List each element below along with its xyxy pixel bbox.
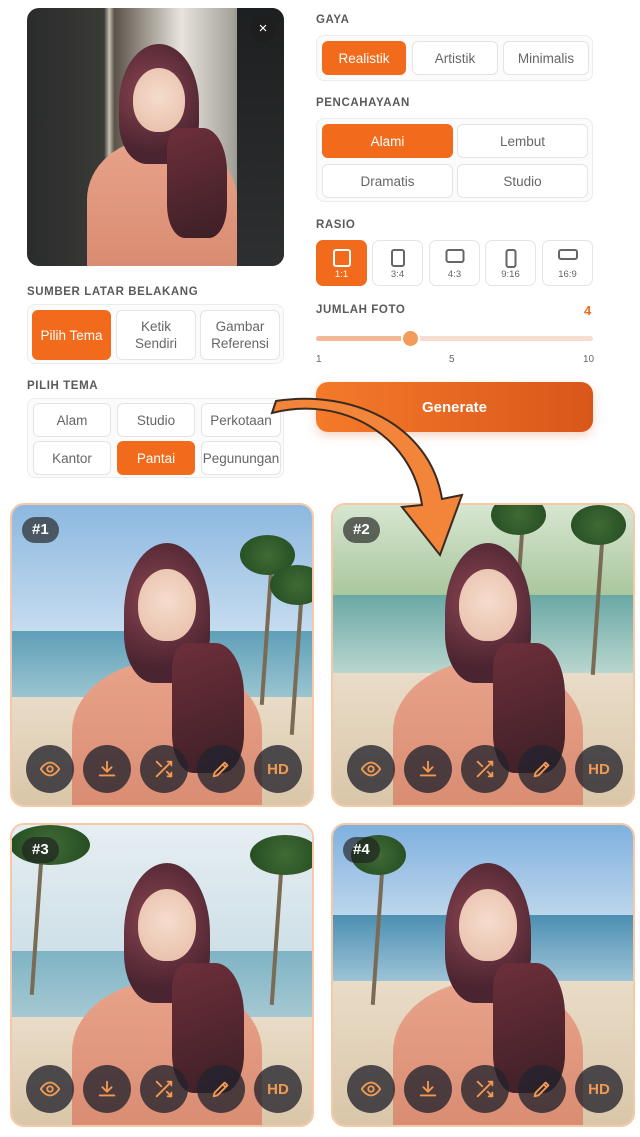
- shuffle-icon: [155, 760, 173, 778]
- pencahayaan-option-dramatis[interactable]: Dramatis: [322, 164, 453, 198]
- close-button[interactable]: ×: [250, 16, 276, 42]
- pencil-icon: [212, 1081, 229, 1098]
- shuffle-button[interactable]: [461, 745, 509, 793]
- hd-button[interactable]: HD: [575, 1065, 623, 1113]
- download-icon: [419, 1080, 437, 1097]
- pencahayaan-option-studio[interactable]: Studio: [457, 164, 588, 198]
- hd-icon: HD: [267, 760, 289, 778]
- pencil-icon: [212, 761, 229, 778]
- gaya-label: GAYA: [316, 14, 350, 26]
- result-card-4: #4 HD: [331, 823, 635, 1127]
- pencahayaan-option-lembut[interactable]: Lembut: [457, 124, 588, 158]
- slider-max-label: 10: [583, 354, 595, 365]
- result-actions: HD: [347, 745, 623, 793]
- sumber-option-pilih-tema[interactable]: Pilih Tema: [32, 310, 111, 360]
- download-icon: [98, 760, 116, 777]
- rasio-option-9-16[interactable]: 9:16: [485, 240, 536, 286]
- preview-button[interactable]: [26, 1065, 74, 1113]
- hd-icon: HD: [588, 1080, 610, 1098]
- sumber-group: Pilih Tema Ketik Sendiri Gambar Referens…: [27, 304, 284, 364]
- preview-button[interactable]: [347, 1065, 395, 1113]
- source-photo: ×: [27, 8, 284, 266]
- eye-icon: [360, 1081, 382, 1097]
- eye-icon: [39, 761, 61, 777]
- slider-fill: [316, 336, 410, 341]
- sumber-label: SUMBER LATAR BELAKANG: [27, 286, 199, 298]
- hd-button[interactable]: HD: [575, 745, 623, 793]
- shuffle-icon: [476, 760, 494, 778]
- shuffle-icon: [155, 1080, 173, 1098]
- gaya-option-artistik[interactable]: Artistik: [412, 41, 498, 75]
- result-card-3: #3 HD: [10, 823, 314, 1127]
- hd-button[interactable]: HD: [254, 745, 302, 793]
- tema-option-pegunungan[interactable]: Pegunungan: [201, 441, 281, 475]
- edit-button[interactable]: [197, 745, 245, 793]
- slider-mid-label: 5: [449, 354, 455, 365]
- gaya-option-realistik[interactable]: Realistik: [322, 41, 406, 75]
- pencil-icon: [533, 1081, 550, 1098]
- slider-thumb[interactable]: [403, 331, 418, 346]
- tema-option-kantor[interactable]: Kantor: [33, 441, 111, 475]
- close-icon: ×: [258, 20, 268, 37]
- pencahayaan-option-alami[interactable]: Alami: [322, 124, 453, 158]
- download-button[interactable]: [404, 745, 452, 793]
- edit-button[interactable]: [518, 1065, 566, 1113]
- rasio-label: RASIO: [316, 219, 356, 231]
- result-badge: #4: [343, 837, 380, 863]
- result-actions: HD: [26, 1065, 302, 1113]
- result-badge: #2: [343, 517, 380, 543]
- rasio-option-16-9[interactable]: 16:9: [542, 240, 593, 286]
- result-card-2: #2 HD: [331, 503, 635, 807]
- result-actions: HD: [26, 745, 302, 793]
- shuffle-button[interactable]: [461, 1065, 509, 1113]
- tema-option-studio[interactable]: Studio: [117, 403, 195, 437]
- jumlah-foto-value: 4: [584, 303, 592, 318]
- jumlah-foto-label: JUMLAH FOTO: [316, 304, 406, 316]
- tema-label: PILIH TEMA: [27, 380, 99, 392]
- sumber-option-gambar-referensi[interactable]: Gambar Referensi: [200, 310, 280, 360]
- sumber-option-ketik-sendiri[interactable]: Ketik Sendiri: [116, 310, 196, 360]
- shuffle-button[interactable]: [140, 745, 188, 793]
- download-button[interactable]: [404, 1065, 452, 1113]
- download-icon: [98, 1080, 116, 1097]
- result-badge: #3: [22, 837, 59, 863]
- pencahayaan-group: Alami Lembut Dramatis Studio: [316, 118, 593, 202]
- tema-group: Alam Studio Perkotaan Kantor Pantai Pegu…: [27, 398, 284, 478]
- result-card-1: #1 HD: [10, 503, 314, 807]
- hd-button[interactable]: HD: [254, 1065, 302, 1113]
- result-badge: #1: [22, 517, 59, 543]
- eye-icon: [360, 761, 382, 777]
- download-icon: [419, 760, 437, 777]
- generate-button[interactable]: Generate: [316, 382, 593, 432]
- download-button[interactable]: [83, 745, 131, 793]
- result-actions: HD: [347, 1065, 623, 1113]
- gaya-option-minimalis[interactable]: Minimalis: [503, 41, 589, 75]
- tema-option-pantai[interactable]: Pantai: [117, 441, 195, 475]
- tema-option-alam[interactable]: Alam: [33, 403, 111, 437]
- shuffle-icon: [476, 1080, 494, 1098]
- hd-icon: HD: [267, 1080, 289, 1098]
- tema-option-perkotaan[interactable]: Perkotaan: [201, 403, 281, 437]
- pencahayaan-label: PENCAHAYAAN: [316, 97, 410, 109]
- rasio-option-1-1[interactable]: 1:1: [316, 240, 367, 286]
- edit-button[interactable]: [518, 745, 566, 793]
- slider-min-label: 1: [316, 354, 322, 365]
- preview-button[interactable]: [347, 745, 395, 793]
- gaya-group: Realistik Artistik Minimalis: [316, 35, 593, 81]
- pencil-icon: [533, 761, 550, 778]
- person-figure: [87, 38, 237, 266]
- eye-icon: [39, 1081, 61, 1097]
- download-button[interactable]: [83, 1065, 131, 1113]
- rasio-option-4-3[interactable]: 4:3: [429, 240, 480, 286]
- preview-button[interactable]: [26, 745, 74, 793]
- hd-icon: HD: [588, 760, 610, 778]
- rasio-option-3-4[interactable]: 3:4: [372, 240, 423, 286]
- edit-button[interactable]: [197, 1065, 245, 1113]
- shuffle-button[interactable]: [140, 1065, 188, 1113]
